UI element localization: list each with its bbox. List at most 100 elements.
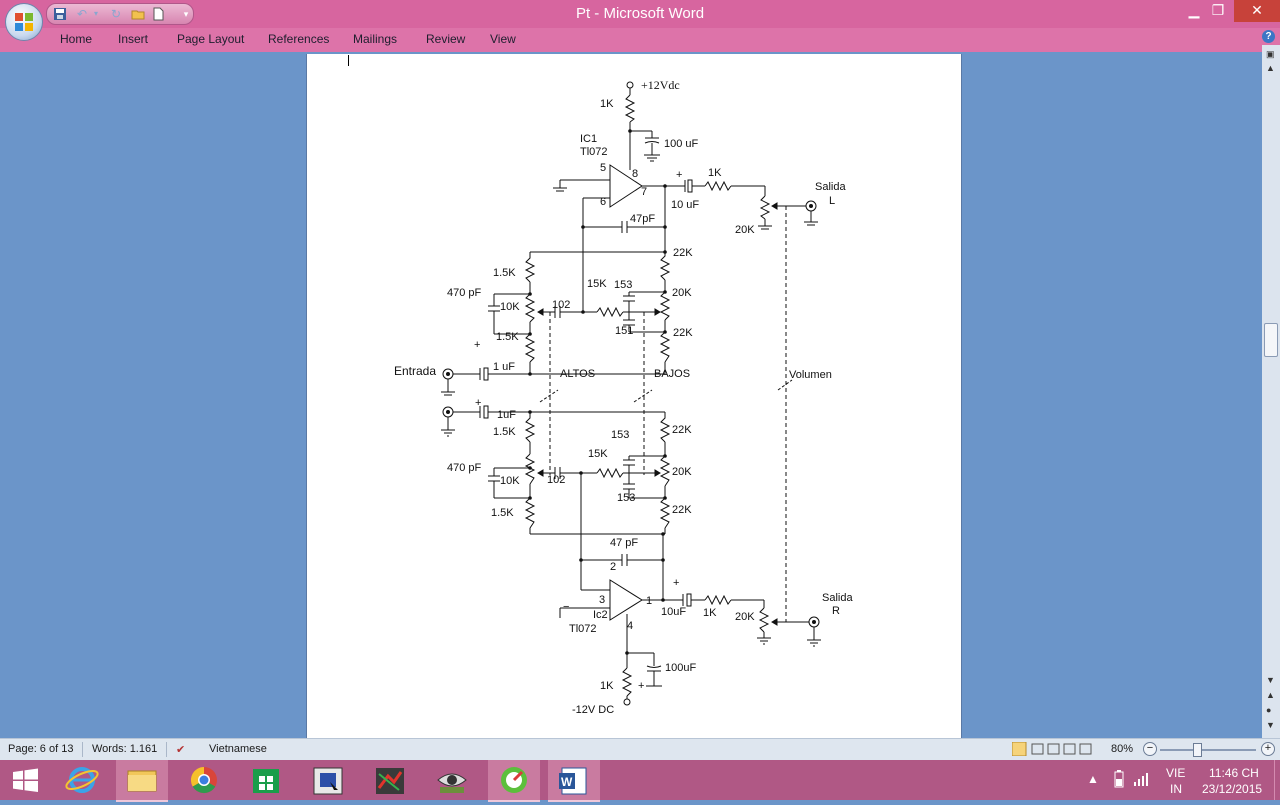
- resistor-22k-3: [659, 412, 671, 443]
- label-pin6: 6: [600, 196, 606, 208]
- label-c-153-c: 153: [617, 492, 635, 504]
- store-icon[interactable]: [240, 760, 292, 800]
- resistor-1k-bottom: [621, 667, 633, 697]
- label-salida-l: Salida: [815, 181, 846, 193]
- potentiometer-10k-a: [524, 293, 536, 323]
- label-ic2-name: Ic2: [593, 609, 608, 621]
- resistor-15k-b: [596, 467, 624, 479]
- language-indicator[interactable]: Vietnamese: [209, 743, 267, 755]
- scroll-down-icon[interactable]: ▼: [1266, 675, 1275, 685]
- label-altos: ALTOS: [560, 368, 595, 380]
- label-c-470pf-b: 470 pF: [447, 462, 482, 474]
- label-pot-20k-a: 20K: [672, 287, 692, 299]
- label-c-47pf-top: 47pF: [630, 213, 655, 225]
- zoom-slider[interactable]: [1160, 749, 1256, 751]
- network-signal-icon[interactable]: [1133, 771, 1149, 790]
- label-pot-20k-l: 20K: [735, 224, 755, 236]
- potentiometer-20k-r: [758, 607, 770, 633]
- clock-time[interactable]: 11:46 CH: [1209, 766, 1259, 780]
- scroll-thumb[interactable]: [1264, 323, 1278, 357]
- status-bar: Page: 6 of 13 Words: 1.161 ✔ Vietnamese …: [0, 738, 1280, 761]
- label-r-1-5k-c: 1.5K: [493, 426, 516, 438]
- input-method[interactable]: IN: [1170, 782, 1182, 796]
- label-c-47pf-bot: 47 pF: [610, 537, 638, 549]
- label-plus3: +: [475, 397, 481, 409]
- previous-page-icon[interactable]: ▲: [1266, 690, 1275, 700]
- show-desktop-button[interactable]: [1274, 760, 1280, 800]
- label-c-100uf-top: 100 uF: [664, 138, 699, 150]
- green-app-icon[interactable]: [488, 760, 540, 802]
- show-hidden-icons-icon[interactable]: ▲: [1087, 772, 1099, 786]
- label-volumen: Volumen: [789, 369, 832, 381]
- chrome-icon[interactable]: [178, 760, 230, 800]
- potentiometer-20k-l: [759, 195, 771, 220]
- resistor-22k-1: [659, 252, 671, 281]
- language-code[interactable]: VIE: [1166, 766, 1185, 780]
- label-c-153-b: 153: [611, 429, 629, 441]
- label-supply-bottom: -12V DC: [572, 704, 614, 716]
- label-r-15k-mid-b: 15K: [588, 448, 608, 460]
- zoom-slider-thumb[interactable]: [1193, 743, 1202, 757]
- page-count[interactable]: Page: 6 of 13: [8, 743, 73, 755]
- battery-icon[interactable]: [1113, 770, 1125, 791]
- label-r-1k-out-l: 1K: [708, 167, 722, 179]
- label-ic1-name: IC1: [580, 133, 597, 145]
- office-button[interactable]: [5, 3, 43, 41]
- scroll-up-icon[interactable]: ▲: [1266, 63, 1275, 73]
- capacitor-100uf-top: [644, 141, 660, 144]
- select-browse-object-icon[interactable]: ●: [1266, 705, 1271, 715]
- word-count[interactable]: Words: 1.161: [92, 743, 157, 755]
- resistor-22k-2: [659, 331, 671, 363]
- label-r-1k-bot: 1K: [600, 680, 614, 692]
- zoom-out-button[interactable]: −: [1143, 742, 1157, 756]
- pcb-app-icon[interactable]: [364, 760, 416, 800]
- label-c-470pf-a: 470 pF: [447, 287, 482, 299]
- label-c-1uf-b: 1uF: [497, 409, 516, 421]
- resistor-1-5k-c: [524, 412, 536, 443]
- label-salida-r: Salida: [822, 592, 853, 604]
- vertical-scrollbar[interactable]: ▣ ▲ ▼ ▲ ● ▼: [1262, 45, 1280, 738]
- proofing-icon[interactable]: ✔: [176, 743, 185, 756]
- word-icon[interactable]: W: [548, 760, 600, 802]
- windows-start-icon[interactable]: [0, 760, 52, 800]
- label-bajos: BAJOS: [654, 368, 690, 380]
- clock-date[interactable]: 23/12/2015: [1202, 782, 1262, 796]
- label-r-1-5k-a: 1.5K: [493, 267, 516, 279]
- resistor-1k-out-l: [704, 180, 732, 192]
- label-pin3: 3: [599, 594, 605, 606]
- eye-app-icon[interactable]: [426, 760, 478, 800]
- view-print-layout-icon[interactable]: [1011, 741, 1092, 759]
- label-r-22k-4: 22K: [672, 504, 692, 516]
- label-pot-10k-a: 10K: [500, 301, 520, 313]
- circuit-app-icon[interactable]: [302, 760, 354, 800]
- label-plus4: +: [673, 577, 679, 589]
- resistor-1-5k-a: [524, 252, 536, 283]
- label-c-102-b: 102: [547, 474, 565, 486]
- label-c-10uf-r: 10uF: [661, 606, 686, 618]
- label-pin4: 4: [627, 620, 633, 632]
- zoom-in-button[interactable]: +: [1261, 742, 1275, 756]
- label-ic2-part: Tl072: [569, 623, 597, 635]
- zoom-level[interactable]: 80%: [1111, 743, 1133, 755]
- potentiometer-20k-a: [659, 291, 671, 321]
- resistor-1-5k-b: [524, 333, 536, 363]
- label-pin8: 8: [632, 168, 638, 180]
- next-page-icon[interactable]: ▼: [1266, 720, 1275, 730]
- label-pin5: 5: [600, 162, 606, 174]
- label-r-1-5k-d: 1.5K: [491, 507, 514, 519]
- label-supply-top: +12Vdc: [641, 78, 680, 92]
- label-pot-10k-b: 10K: [500, 475, 520, 487]
- label-plus1: +: [676, 169, 682, 181]
- label-minus1: −: [563, 601, 569, 613]
- supply-node-bottom: [623, 698, 631, 706]
- internet-explorer-icon[interactable]: [56, 760, 108, 800]
- label-r-1k-out-r: 1K: [703, 607, 717, 619]
- file-explorer-icon[interactable]: [116, 760, 168, 802]
- ruler-toggle-icon[interactable]: ▣: [1266, 49, 1275, 60]
- label-c-1uf: 1 uF: [493, 361, 515, 373]
- circuit-schematic: +12Vdc 1K 100 uF IC1 Tl072 5 8 6 7 + 1K …: [394, 78, 853, 716]
- opamp-ic2: [609, 579, 643, 621]
- label-pin2: 2: [610, 561, 616, 573]
- label-pot-20k-b: 20K: [672, 466, 692, 478]
- svg-text:W: W: [561, 775, 573, 789]
